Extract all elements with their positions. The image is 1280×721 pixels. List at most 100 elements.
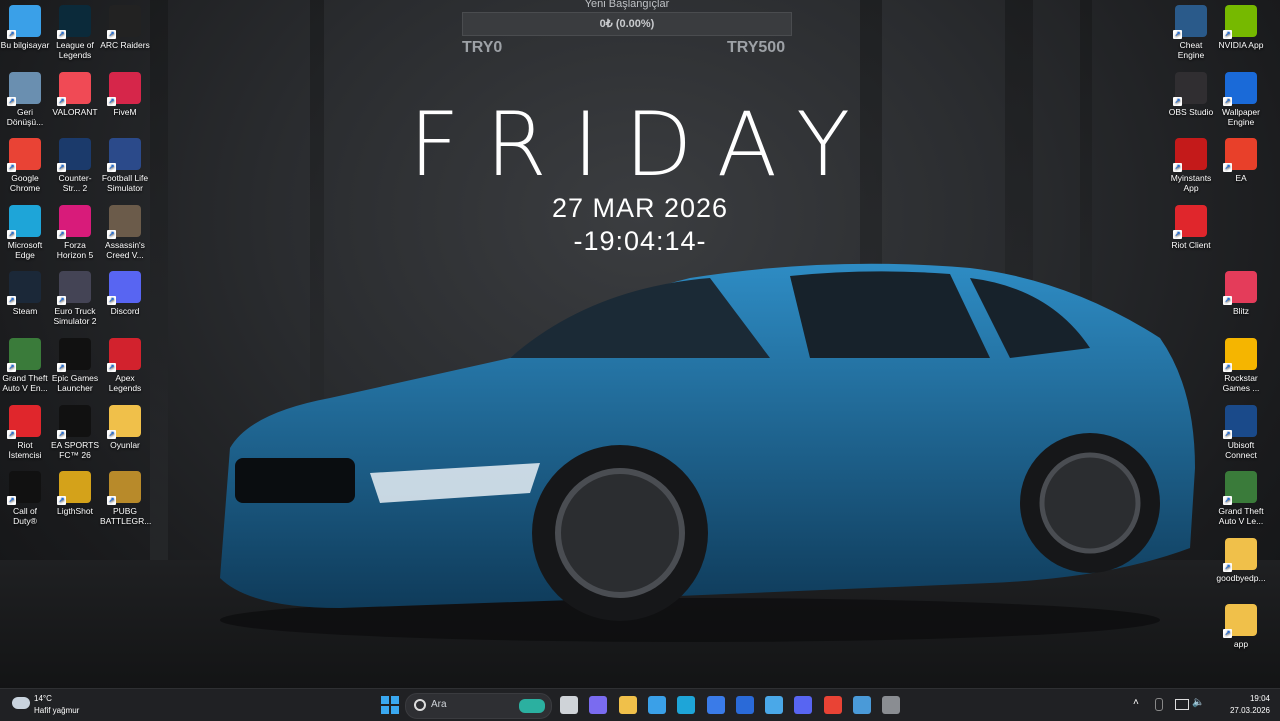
shortcut-arrow-icon: ↗ — [1223, 562, 1232, 572]
gallery-icon[interactable] — [765, 696, 784, 714]
goal-amount: 0₺ (0.00%) — [599, 18, 655, 30]
lightshot-icon: ↗ — [57, 471, 91, 506]
desktop-icon[interactable]: ↗ Football Life Simulator — [100, 138, 150, 193]
shortcut-arrow-icon: ↗ — [7, 429, 16, 439]
copilot-icon[interactable] — [589, 696, 608, 714]
blitz-icon: ↗ — [1223, 271, 1257, 306]
desktop-icon[interactable]: ↗ Forza Horizon 5 — [50, 204, 100, 260]
taskbar-clock[interactable]: 19:04 27.03.2026 — [1210, 693, 1270, 717]
search-highlight-icon — [519, 699, 545, 713]
desktop-icon[interactable]: ↗ Bu bilgisayar — [0, 5, 50, 50]
desktop-icon[interactable]: ↗ Apex Legends — [100, 338, 150, 393]
desktop-icon[interactable]: ↗ Counter-Str... 2 — [50, 138, 100, 193]
edge-taskbar-icon[interactable] — [677, 696, 696, 714]
shortcut-arrow-icon: ↗ — [1173, 163, 1182, 173]
shortcut-arrow-icon: ↗ — [107, 496, 116, 506]
valorant-icon: ↗ — [57, 71, 91, 106]
shortcut-arrow-icon: ↗ — [57, 496, 66, 506]
desktop-icon[interactable]: ↗ Microsoft Edge — [0, 204, 50, 260]
desktop-icon[interactable]: ↗ Wallpaper Engine — [1216, 71, 1266, 127]
desktop-icon[interactable]: ↗ Grand Theft Auto V Le... — [1216, 471, 1266, 526]
riot-client-icon: ↗ — [1173, 204, 1207, 239]
desktop-icon[interactable]: ↗ Riot Client — [1166, 204, 1216, 250]
rockstar-icon: ↗ — [1223, 338, 1257, 372]
shortcut-arrow-icon: ↗ — [107, 229, 116, 239]
shortcut-arrow-icon: ↗ — [1173, 229, 1182, 239]
app-taskbar-icon-1[interactable] — [853, 696, 871, 714]
desktop-icon-label: Riot Client — [1171, 239, 1211, 250]
desktop-icon[interactable]: ↗ OBS Studio — [1166, 71, 1216, 117]
desktop-icon[interactable]: ↗ Google Chrome — [0, 138, 50, 193]
desktop-icon[interactable]: ↗ League of Legends — [50, 5, 100, 60]
shortcut-arrow-icon: ↗ — [107, 429, 116, 439]
steam-icon: ↗ — [7, 271, 41, 306]
desktop-icon-label: League of Legends — [56, 40, 94, 60]
desktop-icon[interactable]: ↗ Oyunlar — [100, 404, 150, 450]
shortcut-arrow-icon: ↗ — [57, 96, 66, 106]
taskbar-search[interactable]: Ara — [405, 693, 552, 719]
desktop-icon-label: app — [1233, 639, 1249, 650]
cs2-icon: ↗ — [57, 138, 91, 173]
app-taskbar-icon-2[interactable] — [882, 696, 901, 714]
apex-icon: ↗ — [107, 338, 141, 372]
recycle-bin-icon: ↗ — [7, 71, 41, 106]
desktop-icon-label: Call of Duty® — [12, 506, 38, 527]
weather-temp: 14°C — [34, 694, 52, 703]
photos-icon[interactable] — [647, 696, 666, 714]
desktop-icon[interactable]: ↗ ARC Raiders — [100, 5, 150, 50]
discord-taskbar-icon[interactable] — [794, 696, 813, 714]
folder-icon: ↗ — [1223, 537, 1257, 572]
desktop-icon[interactable]: ↗ Ubisoft Connect — [1216, 404, 1266, 460]
desktop-icon-label: EA SPORTS FC™ 26 — [50, 439, 100, 460]
desktop-icon-label: Riot İstemcisi — [8, 439, 42, 460]
show-hidden-icons[interactable]: ˄ — [1133, 697, 1139, 708]
task-view-icon[interactable] — [560, 696, 578, 714]
network-icon[interactable] — [1175, 699, 1189, 710]
shortcut-arrow-icon: ↗ — [107, 30, 116, 39]
desktop-icon[interactable]: ↗ Blitz — [1216, 271, 1266, 316]
desktop-icon[interactable]: ↗ PUBG BATTLEGR... — [100, 471, 151, 526]
desktop-icon[interactable]: ↗ EA — [1216, 138, 1266, 183]
desktop-icon[interactable]: ↗ Rockstar Games ... — [1216, 338, 1266, 393]
desktop-icon[interactable]: ↗ Cheat Engine — [1166, 5, 1216, 60]
desktop-icon[interactable]: ↗ Geri Dönüşü... — [0, 71, 50, 127]
folder-icon: ↗ — [107, 404, 141, 439]
desktop-icon[interactable]: ↗ app — [1216, 604, 1266, 649]
chrome-taskbar-icon[interactable] — [823, 696, 842, 714]
shortcut-arrow-icon: ↗ — [1223, 96, 1232, 106]
desktop-icon-label: Wallpaper Engine — [1222, 106, 1260, 127]
desktop-icon[interactable]: ↗ Steam — [0, 271, 50, 316]
mail-icon[interactable] — [735, 696, 754, 714]
desktop-icon[interactable]: ↗ Riot İstemcisi — [0, 404, 50, 460]
desktop-icon[interactable]: ↗ FiveM — [100, 71, 150, 117]
weather-widget[interactable]: 14°C Hafif yağmur — [10, 693, 100, 717]
desktop-icon[interactable]: ↗ Call of Duty® — [0, 471, 50, 526]
weather-desc: Hafif yağmur — [34, 706, 80, 715]
desktop-icon[interactable]: ↗ Assassin's Creed V... — [100, 204, 150, 260]
desktop-icon[interactable]: ↗ Epic Games Launcher — [50, 338, 100, 393]
desktop-icon[interactable]: ↗ Euro Truck Simulator 2 — [50, 271, 100, 326]
desktop-icon[interactable]: ↗ Discord — [100, 271, 150, 316]
desktop-icon[interactable]: ↗ EA SPORTS FC™ 26 — [50, 404, 100, 460]
desktop-icon-label: Oyunlar — [110, 439, 140, 450]
desktop-icon[interactable]: ↗ NVIDIA App — [1216, 5, 1266, 50]
shortcut-arrow-icon: ↗ — [107, 163, 116, 173]
microphone-icon[interactable] — [1155, 698, 1163, 711]
volume-icon[interactable]: 🔈 — [1192, 697, 1204, 708]
desktop-icon[interactable]: ↗ VALORANT — [50, 71, 100, 117]
shortcut-arrow-icon: ↗ — [1223, 163, 1232, 173]
search-placeholder: Ara — [431, 699, 447, 710]
shortcut-arrow-icon: ↗ — [1173, 96, 1182, 106]
desktop-icon[interactable]: ↗ LigthShot — [50, 471, 100, 516]
shortcut-arrow-icon: ↗ — [57, 229, 66, 239]
shortcut-arrow-icon: ↗ — [1223, 363, 1232, 372]
file-explorer-icon[interactable] — [618, 696, 637, 714]
desktop-icon[interactable]: ↗ goodbyedp... — [1216, 537, 1266, 583]
desktop-icon[interactable]: ↗ Grand Theft Auto V En... — [0, 338, 50, 393]
start-button[interactable] — [381, 696, 399, 714]
discord-icon: ↗ — [107, 271, 141, 306]
shortcut-arrow-icon: ↗ — [107, 296, 116, 306]
pubg-icon: ↗ — [107, 471, 141, 506]
desktop-icon[interactable]: ↗ Myinstants App — [1166, 138, 1216, 193]
store-icon[interactable] — [706, 696, 725, 714]
